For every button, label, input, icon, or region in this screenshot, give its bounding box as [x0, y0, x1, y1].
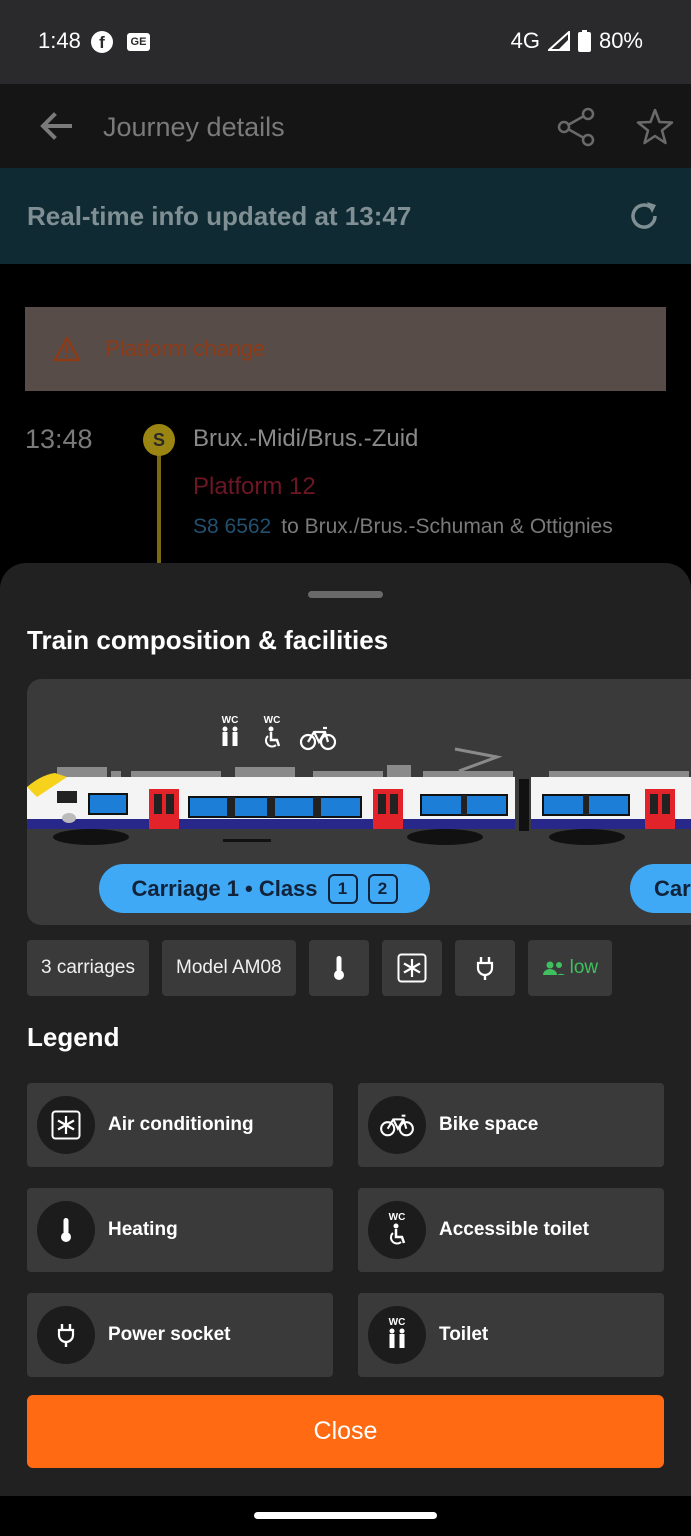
train-composition-panel[interactable]: WC WC Carriage 1 • Class 1 2 Car [27, 679, 691, 925]
toilet-icon: WC [389, 1317, 406, 1348]
plug-icon [57, 1324, 75, 1347]
legend-item-toilet: WC Toilet [358, 1293, 664, 1377]
platform-change-text: Platform change [105, 336, 266, 361]
legend-title: Legend [27, 1022, 120, 1052]
status-bar: 1:48 f GE 4G 80% [0, 0, 691, 84]
air-conditioning-chip [381, 940, 442, 996]
departure-station[interactable]: Brux.-Midi/Brus.-Zuid [193, 425, 418, 453]
model-chip: Model AM08 [162, 940, 296, 996]
network-type: 4G [510, 28, 540, 53]
legend-label: Heating [108, 1219, 178, 1240]
people-icon [542, 961, 565, 975]
carriage-label: Carriage [131, 875, 221, 901]
departure-time: 13:48 [25, 424, 93, 454]
toilet-icon: WC [222, 715, 239, 746]
drag-handle[interactable] [308, 591, 383, 598]
app-notification-icon: GE [127, 33, 150, 51]
legend-grid: Air conditioning Bike space Heating WC A… [27, 1083, 664, 1377]
heating-chip [308, 940, 369, 996]
app-bar: Journey details [0, 84, 691, 168]
share-icon[interactable] [556, 106, 598, 148]
close-button[interactable]: Close [27, 1395, 664, 1468]
train-number[interactable]: S8 6562 [193, 515, 271, 538]
realtime-banner: Real-time info updated at 13:47 [0, 168, 691, 264]
class-2-badge: 2 [367, 873, 398, 904]
warning-icon [53, 336, 81, 362]
legend-label: Toilet [439, 1324, 489, 1345]
back-arrow-icon[interactable] [36, 106, 76, 146]
platform-change-alert: Platform change [25, 307, 666, 391]
departure-platform: Platform 12 [193, 473, 316, 500]
legend-label: Accessible toilet [439, 1219, 589, 1240]
bike-icon [380, 1114, 414, 1137]
status-indicators: 4G 80% [511, 28, 643, 54]
accessible-toilet-icon: WC [389, 1212, 406, 1245]
legend-label: Bike space [439, 1114, 539, 1135]
bike-icon [299, 726, 337, 751]
thermometer-icon [333, 956, 344, 980]
accessible-toilet-icon: WC [264, 715, 281, 748]
wc-text: WC [222, 715, 239, 726]
wc-text: WC [389, 1212, 406, 1223]
line-badge-icon: S [143, 424, 175, 456]
plug-icon [476, 957, 493, 980]
wc-text: WC [264, 715, 281, 726]
carriage-1-selector[interactable]: Carriage 1 • Class 1 2 [99, 864, 430, 913]
signal-icon [547, 31, 570, 51]
route-line [157, 440, 161, 565]
facebook-notification-icon: f [91, 31, 113, 53]
legend-label: Air conditioning [108, 1114, 254, 1135]
legend-item-accessible-toilet: WC Accessible toilet [358, 1188, 664, 1272]
legend-item-bike-space: Bike space [358, 1083, 664, 1167]
occupancy-level: low [569, 957, 599, 978]
snowflake-icon [51, 1110, 81, 1140]
class-label: • Class [245, 875, 318, 901]
legend-item-power-socket: Power socket [27, 1293, 333, 1377]
carriages-count-chip: 3 carriages [27, 940, 149, 996]
composition-bottom-sheet: Train composition & facilities WC WC Car… [0, 563, 691, 1496]
status-time: 1:48 [38, 28, 81, 53]
class-1-badge: 1 [327, 873, 358, 904]
occupancy-chip: low [527, 940, 613, 996]
carriage-number: 1 [226, 875, 239, 901]
home-gesture-handle[interactable] [254, 1512, 437, 1519]
page-title: Journey details [103, 112, 285, 142]
thermometer-icon [61, 1218, 71, 1242]
carriage-2-selector[interactable]: Car [630, 864, 691, 913]
train-info: S8 6562 to Brux./Brus.-Schuman & Ottignie… [193, 515, 613, 539]
snowflake-icon [397, 953, 427, 983]
sheet-title: Train composition & facilities [27, 625, 389, 655]
carriage-facilities: WC WC [215, 713, 337, 753]
train-destination: to Brux./Brus.-Schuman & Ottignies [281, 515, 613, 538]
train-info-chips: 3 carriages Model AM08 low [27, 940, 613, 996]
legend-label: Power socket [108, 1324, 231, 1345]
legend-item-air-conditioning: Air conditioning [27, 1083, 333, 1167]
legend-item-heating: Heating [27, 1188, 333, 1272]
battery-icon [577, 30, 591, 52]
system-nav-bar [0, 1496, 691, 1536]
realtime-text: Real-time info updated at 13:47 [27, 201, 412, 231]
favorite-star-icon[interactable] [634, 106, 676, 148]
wc-text: WC [389, 1317, 406, 1328]
power-socket-chip [454, 940, 515, 996]
refresh-icon[interactable] [626, 198, 662, 234]
battery-level: 80% [598, 28, 643, 53]
